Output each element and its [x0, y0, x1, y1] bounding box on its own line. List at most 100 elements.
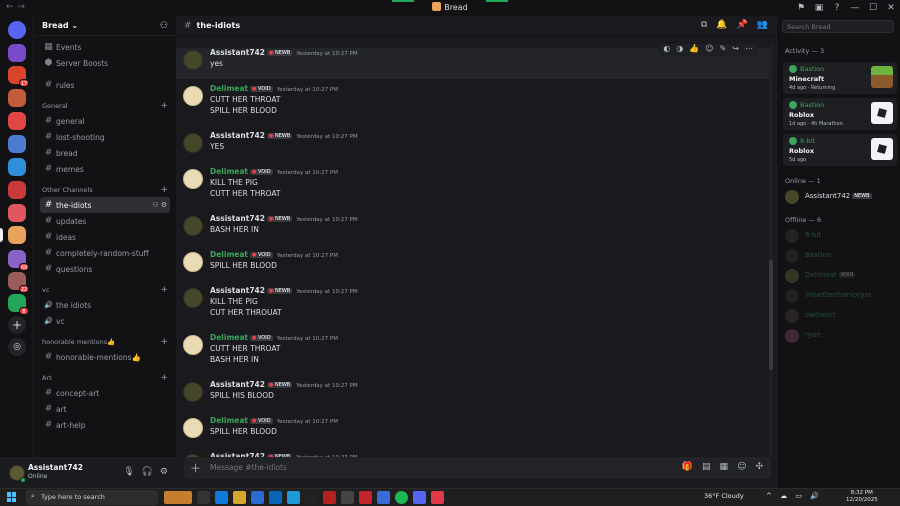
channel-item[interactable]: # bread: [40, 145, 170, 161]
notification-bell-icon[interactable]: 🔔: [716, 20, 727, 30]
channel-item[interactable]: # rules: [40, 77, 170, 93]
help-icon[interactable]: ?: [828, 3, 846, 13]
member-item[interactable]: owlheart: [785, 308, 897, 324]
add-server-icon[interactable]: +: [8, 316, 26, 334]
category-header[interactable]: Other Channels +: [40, 183, 170, 197]
channel-item[interactable]: # completely-random-stuff: [40, 245, 170, 261]
avatar[interactable]: [183, 418, 203, 438]
channel-item[interactable]: 🔊 the idiots: [40, 297, 170, 313]
avatar[interactable]: [183, 169, 203, 189]
add-reaction-icon[interactable]: ☺: [705, 44, 713, 54]
chat-message[interactable]: Delimeat ● VOID Yesterday at 10:27 PM CUTT …: [176, 333, 772, 375]
file-explorer-icon[interactable]: [233, 491, 246, 504]
clock[interactable]: 8:32 PM 12/20/2025: [846, 490, 878, 504]
avatar[interactable]: [183, 288, 203, 308]
invite-people-icon[interactable]: ⚇: [160, 21, 168, 31]
category-header[interactable]: Art +: [40, 371, 170, 385]
server-icon[interactable]: 17: [8, 66, 29, 87]
microphone-icon[interactable]: 🎙: [123, 467, 134, 477]
maximize-icon[interactable]: ☐: [864, 3, 882, 13]
reply-icon[interactable]: ↪: [732, 44, 739, 54]
chat-message[interactable]: Delimeat ● VOID Yesterday at 10:27 PM SPILL…: [176, 250, 772, 281]
message-author[interactable]: Assistant742: [210, 48, 265, 57]
minimize-icon[interactable]: —: [846, 3, 864, 13]
search-input[interactable]: [782, 20, 894, 33]
avatar[interactable]: [183, 86, 203, 106]
emoji-icon[interactable]: ☺: [737, 462, 746, 472]
avatar[interactable]: [183, 335, 203, 355]
server-icon[interactable]: 69: [8, 250, 29, 271]
member-item[interactable]: 8-bit: [785, 228, 897, 244]
message-author[interactable]: Assistant742: [210, 214, 265, 223]
server-icon[interactable]: [8, 89, 26, 107]
create-channel-plus-icon[interactable]: +: [160, 373, 168, 383]
server-icon[interactable]: 22: [8, 272, 29, 293]
app-icon[interactable]: [359, 491, 372, 504]
channel-item[interactable]: # honorable-mentions👍: [40, 349, 170, 365]
server-icon[interactable]: [8, 135, 26, 153]
store-icon[interactable]: [251, 491, 264, 504]
message-author[interactable]: Delimeat: [210, 416, 248, 425]
channel-item[interactable]: # questions: [40, 261, 170, 277]
avatar[interactable]: [183, 133, 203, 153]
avatar[interactable]: [183, 382, 203, 402]
gift-icon[interactable]: 🎁: [682, 462, 693, 472]
channel-item[interactable]: # memes: [40, 161, 170, 177]
server-icon[interactable]: [8, 158, 26, 176]
chat-message[interactable]: Assistant742 ● NEWB Yesterday at 10:27 PM K…: [176, 286, 772, 328]
chat-message[interactable]: Delimeat ● VOID Yesterday at 10:27 PM SPILL…: [176, 416, 772, 447]
sidebar-item-events[interactable]: ▦ Events: [40, 39, 170, 55]
channel-settings-icon[interactable]: ⚇ ⚙: [152, 201, 167, 209]
message-author[interactable]: Assistant742: [210, 380, 265, 389]
channel-item[interactable]: # art-help: [40, 417, 170, 433]
channel-item[interactable]: # general: [40, 113, 170, 129]
app-icon[interactable]: [323, 491, 336, 504]
reaction-icon[interactable]: ◑: [676, 44, 683, 54]
scrollbar-thumb[interactable]: [769, 260, 773, 370]
gif-icon[interactable]: ▤: [702, 462, 711, 472]
app-icon[interactable]: [377, 491, 390, 504]
chat-message[interactable]: Assistant742 ● NEWB Yesterday at 10:27 PM Y…: [176, 131, 772, 162]
create-channel-plus-icon[interactable]: +: [160, 185, 168, 195]
screen-icon[interactable]: ▣: [810, 3, 828, 13]
channel-item[interactable]: # ideas: [40, 229, 170, 245]
user-name[interactable]: Assistant742: [28, 463, 83, 472]
activity-card[interactable]: 8-bit Roblox 5d ago: [783, 134, 897, 166]
message-author[interactable]: Assistant742: [210, 286, 265, 295]
server-icon[interactable]: [8, 44, 26, 62]
mail-icon[interactable]: [269, 491, 282, 504]
channel-item[interactable]: # updates: [40, 213, 170, 229]
app-icon[interactable]: [287, 491, 300, 504]
server-icon[interactable]: [8, 112, 26, 130]
server-icon[interactable]: 8: [8, 294, 29, 315]
message-input[interactable]: [210, 463, 610, 472]
spotify-icon[interactable]: [395, 491, 408, 504]
server-header[interactable]: Bread ⌄ ⚇: [34, 16, 176, 36]
category-header[interactable]: honorable mentions👍 +: [40, 335, 170, 349]
gear-icon[interactable]: ⚙: [160, 467, 168, 477]
explore-servers-icon[interactable]: ◎: [8, 338, 26, 356]
edit-icon[interactable]: ✎: [720, 44, 727, 54]
reaction-icon[interactable]: ◐: [663, 44, 670, 54]
server-icon-bread[interactable]: [8, 226, 26, 244]
scrollbar-track[interactable]: [769, 44, 773, 458]
chat-message[interactable]: Delimeat ● VOID Yesterday at 10:27 PM CUTT …: [176, 84, 772, 126]
app-icon[interactable]: [341, 491, 354, 504]
member-item[interactable]: ryan: [785, 328, 897, 344]
message-author[interactable]: Delimeat: [210, 333, 248, 342]
system-tray-icons[interactable]: ^ ☁ ▭ 🔊: [766, 492, 822, 500]
task-view-icon[interactable]: [197, 491, 210, 504]
chat-message[interactable]: Assistant742 ● NEWB Yesterday at 10:27 PM y…: [176, 44, 772, 79]
server-icon[interactable]: [8, 204, 26, 222]
member-item[interactable]: imbetterthanlorym: [785, 288, 897, 304]
avatar[interactable]: [183, 252, 203, 272]
channel-item[interactable]: # concept-art: [40, 385, 170, 401]
windows-start-icon[interactable]: [7, 492, 17, 502]
channel-item[interactable]: # art: [40, 401, 170, 417]
activity-card[interactable]: Bastion Roblox 1d ago · 4h Marathon: [783, 98, 897, 130]
headphones-icon[interactable]: 🎧: [142, 467, 153, 477]
chat-message[interactable]: Assistant742 ● NEWB Yesterday at 10:27 PM S…: [176, 380, 772, 411]
edge-icon[interactable]: [215, 491, 228, 504]
direct-messages-icon[interactable]: [8, 21, 26, 39]
message-author[interactable]: Delimeat: [210, 250, 248, 259]
